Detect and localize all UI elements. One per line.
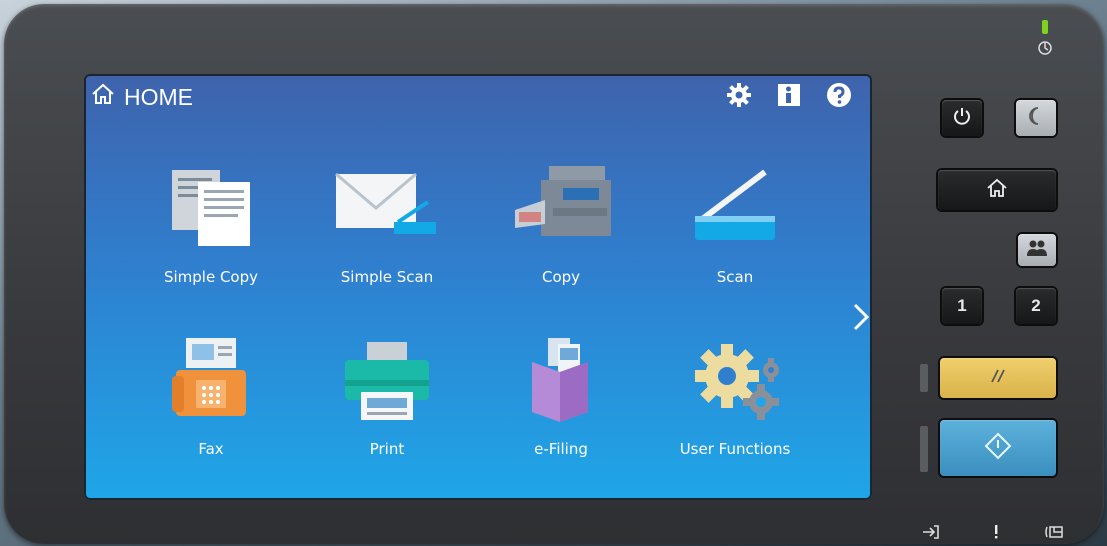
top-bar: HOME [84, 74, 872, 118]
energy-saver-button[interactable] [1016, 100, 1056, 136]
tile-label: e-Filing [534, 440, 588, 458]
fax-icon [171, 336, 251, 416]
moon-icon [1027, 106, 1045, 131]
scan-icon [695, 164, 775, 244]
start-icon [984, 432, 1012, 465]
home-icon [986, 178, 1008, 203]
user-login-button[interactable] [1018, 234, 1056, 266]
home-icon [90, 82, 124, 112]
power-button[interactable] [942, 100, 982, 136]
job-key-1[interactable]: 1 [942, 288, 982, 324]
timer-icon [1037, 40, 1053, 61]
tile-simple-scan[interactable]: Simple Scan [312, 164, 462, 304]
reset-icon [988, 369, 1008, 388]
tile-label: Scan [716, 268, 754, 286]
power-led [1042, 20, 1048, 34]
job-key-2[interactable]: 2 [1016, 288, 1056, 324]
tile-label: User Functions [679, 440, 791, 458]
reset-led [920, 364, 928, 392]
page-title: HOME [90, 82, 193, 112]
simple-copy-icon [171, 164, 251, 246]
tile-label: Fax [198, 440, 224, 458]
tile-label: Simple Scan [340, 268, 434, 286]
e-filing-icon [521, 336, 601, 422]
copy-icon [515, 164, 611, 244]
reset-button[interactable] [940, 358, 1056, 398]
tile-fax[interactable]: Fax [136, 336, 286, 476]
tile-simple-copy[interactable]: Simple Copy [136, 164, 286, 304]
start-button[interactable] [940, 420, 1056, 476]
start-led [920, 426, 928, 472]
job-key-label: 2 [1031, 296, 1041, 315]
next-page-arrow[interactable] [852, 302, 870, 332]
fax-status-icon [1044, 524, 1064, 545]
tile-e-filing[interactable]: e-Filing [486, 336, 636, 476]
power-icon [952, 106, 972, 131]
help-icon[interactable] [824, 80, 854, 110]
users-icon [1026, 239, 1048, 262]
home-button[interactable] [938, 170, 1056, 210]
tile-copy[interactable]: Copy [486, 164, 636, 304]
tile-label: Copy [541, 268, 581, 286]
tile-label: Print [369, 440, 405, 458]
data-in-icon [922, 524, 940, 545]
error-icon [992, 524, 1000, 545]
user-functions-icon [695, 336, 779, 420]
touch-screen: HOME Simple Copy Simple Scan Copy Scan F… [84, 74, 872, 500]
tile-scan[interactable]: Scan [660, 164, 810, 304]
tile-label: Simple Copy [163, 268, 259, 286]
print-icon [345, 336, 429, 420]
job-key-label: 1 [957, 296, 967, 315]
info-icon[interactable] [774, 80, 804, 110]
title-text: HOME [124, 83, 193, 110]
tile-print[interactable]: Print [312, 336, 462, 476]
gear-icon[interactable] [724, 80, 754, 110]
simple-scan-icon [335, 164, 436, 244]
control-panel: HOME Simple Copy Simple Scan Copy Scan F… [4, 4, 1104, 544]
tile-user-functions[interactable]: User Functions [660, 336, 810, 476]
